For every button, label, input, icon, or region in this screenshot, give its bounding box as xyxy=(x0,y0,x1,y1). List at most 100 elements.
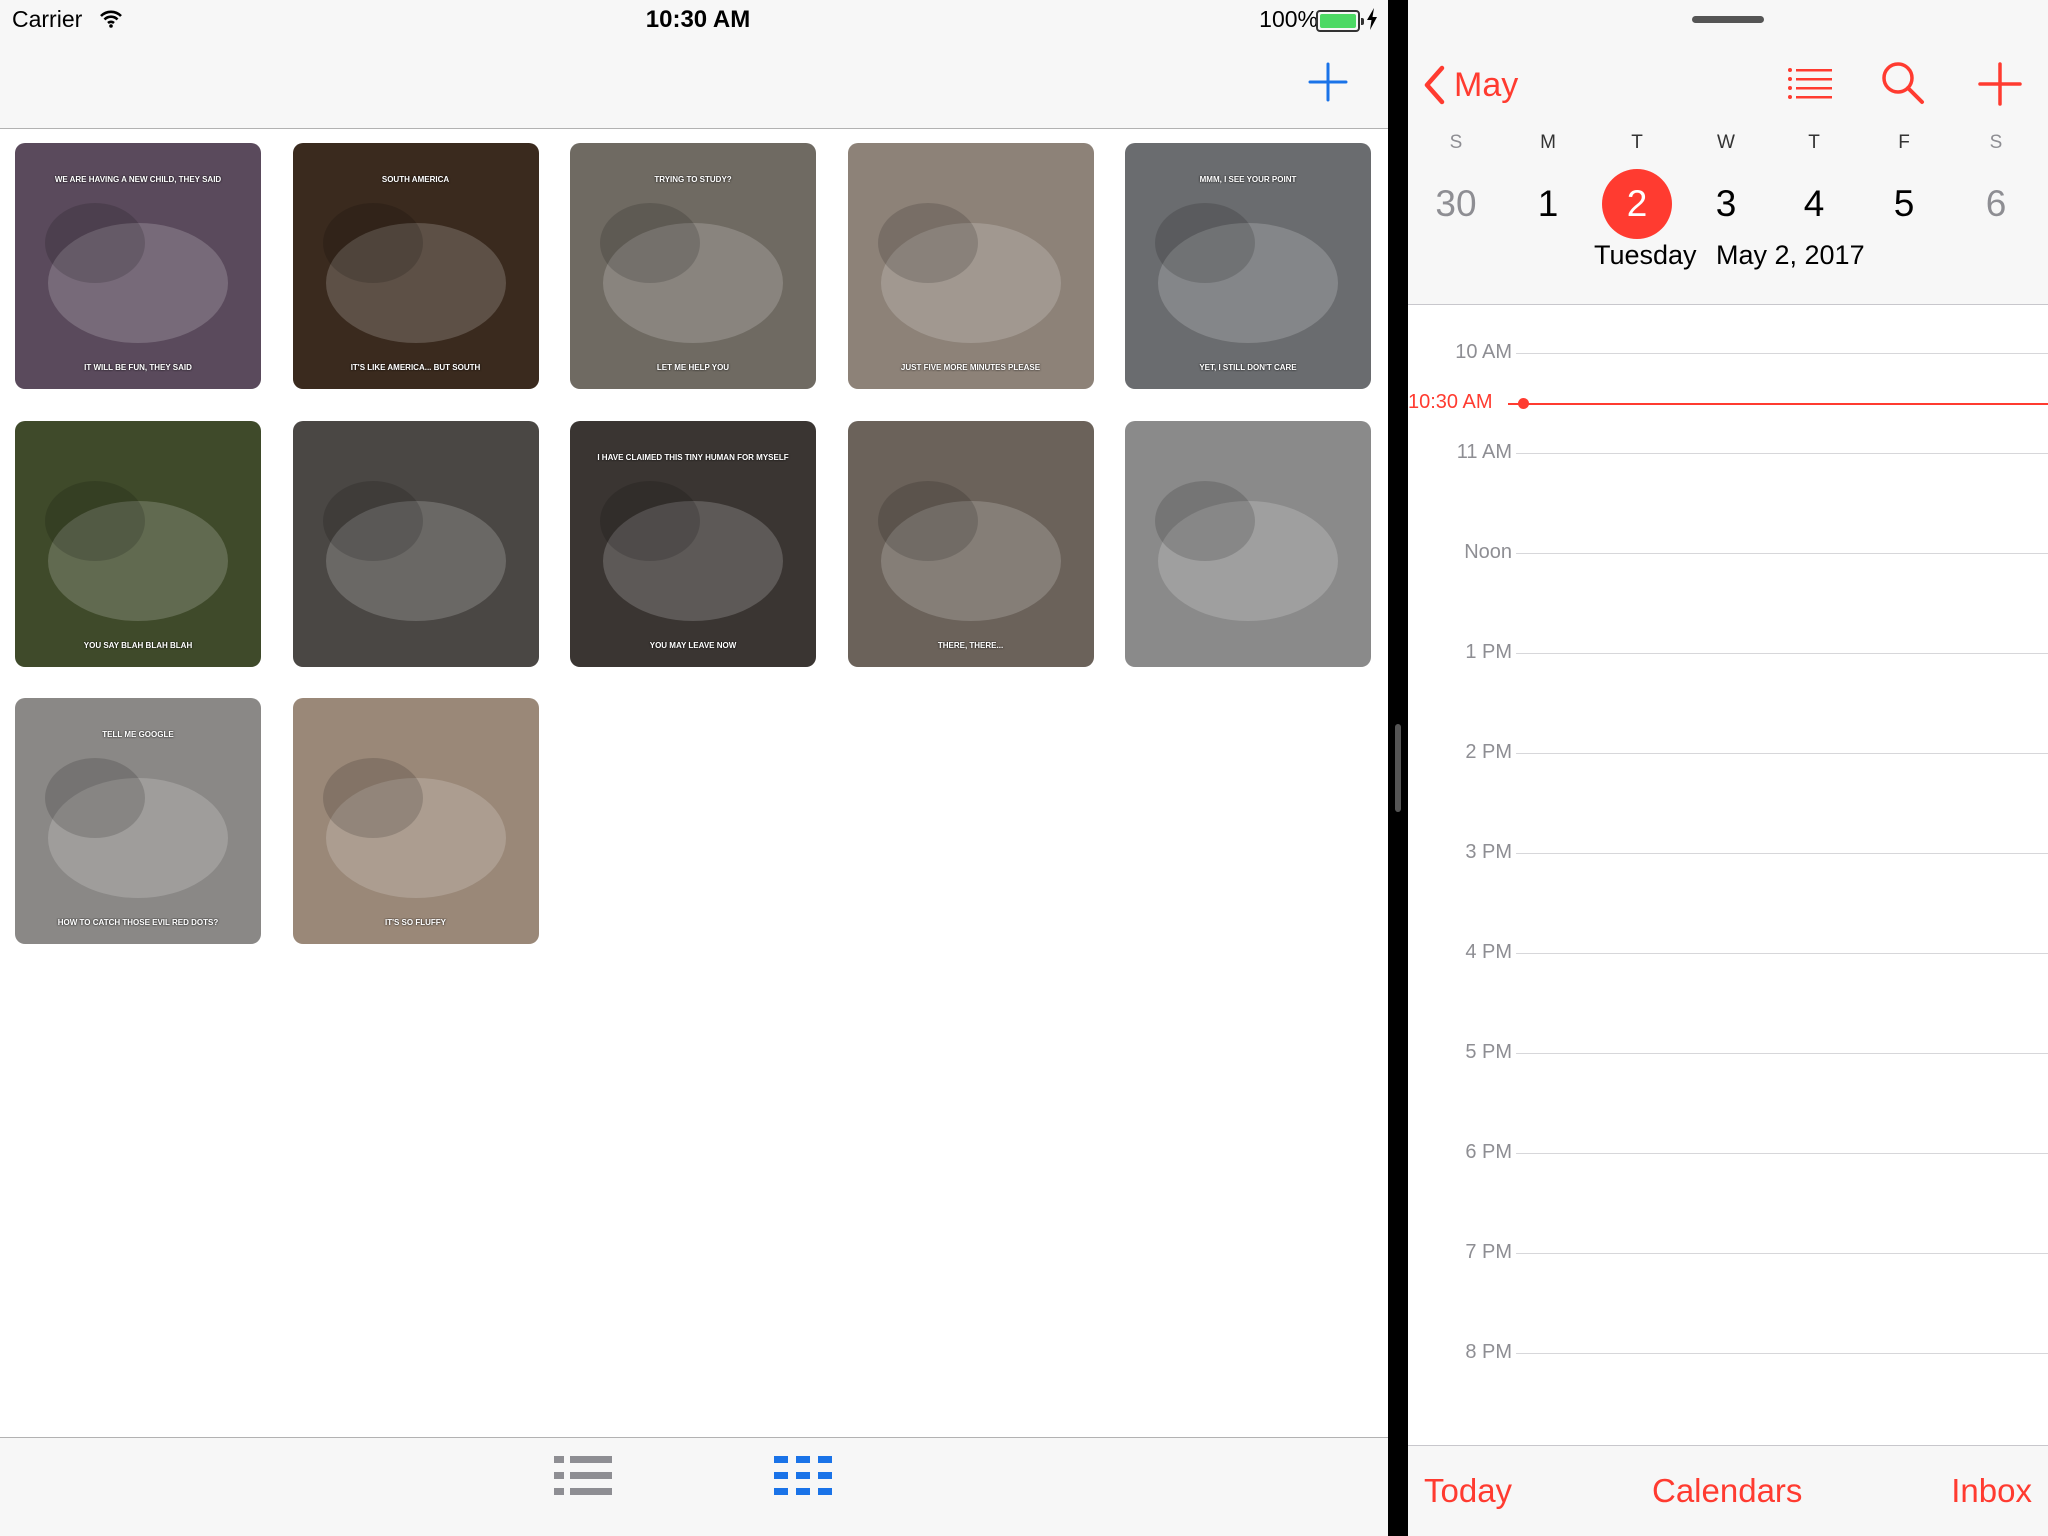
photo-tile[interactable]: YOU SAY BLAH BLAH BLAH xyxy=(15,420,261,667)
hour-line xyxy=(1516,1153,2048,1154)
search-button[interactable] xyxy=(1878,58,1930,110)
weekday-label: M xyxy=(1540,132,1556,153)
today-tab[interactable]: Today xyxy=(1424,1472,1512,1510)
meme-caption-top: TRYING TO STUDY? xyxy=(654,175,732,184)
day-timeline[interactable]: 10:30 AM 10 AM 11 AM Noon 1 PM 2 PM 3 PM 4 PM 5… xyxy=(1408,305,2048,1445)
photo-tile[interactable]: MMM, I SEE YOUR POINT YET, I STILL DON'T … xyxy=(1125,143,1371,389)
current-time-line xyxy=(1508,403,2048,405)
list-icon xyxy=(554,1456,612,1495)
hour-line xyxy=(1516,353,2048,354)
current-time-label: 10:30 AM xyxy=(1408,391,1493,413)
photo-image xyxy=(1125,420,1371,667)
status-bar: Carrier 10:30 AM 100% xyxy=(0,0,1388,42)
hour-label: Noon xyxy=(1464,541,1512,563)
day-number[interactable]: 4 xyxy=(1778,168,1850,240)
list-view-tab[interactable] xyxy=(548,1450,618,1506)
hour-line xyxy=(1516,953,2048,954)
photo-image xyxy=(15,420,261,667)
hour-line xyxy=(1516,553,2048,554)
photo-tile[interactable] xyxy=(1125,420,1371,667)
back-label: May xyxy=(1454,65,1519,104)
search-icon xyxy=(1882,62,1924,104)
day-number[interactable]: 30 xyxy=(1420,168,1492,240)
hour-label: 11 AM xyxy=(1456,441,1512,463)
photo-tile[interactable]: JUST FIVE MORE MINUTES PLEASE xyxy=(847,143,1094,389)
meme-caption-bottom: HOW TO CATCH THOSE EVIL RED DOTS? xyxy=(57,918,219,927)
photo-tile[interactable]: SOUTH AMERICA IT'S LIKE AMERICA... BUT SO… xyxy=(292,143,539,389)
hour-label: 10 AM xyxy=(1455,341,1512,363)
hour-line xyxy=(1516,753,2048,754)
meme-caption-top: WE ARE HAVING A NEW CHILD, THEY SAID xyxy=(54,175,222,184)
photo-app: Carrier 10:30 AM 100% WE ARE HAVING A NE… xyxy=(0,0,1388,1536)
add-button[interactable] xyxy=(1306,60,1350,104)
photo-image xyxy=(847,143,1094,389)
hour-line xyxy=(1516,853,2048,854)
meme-caption-bottom: JUST FIVE MORE MINUTES PLEASE xyxy=(900,363,1041,372)
hour-label: 2 PM xyxy=(1465,741,1512,763)
calendar-app: May S 30 M 1 T 2 W 3 T 4 F 5 S 6 Tuesday May 2, 2017 … xyxy=(1408,0,2048,1536)
meme-caption-bottom: IT WILL BE FUN, THEY SAID xyxy=(84,363,192,372)
add-event-button[interactable] xyxy=(1974,58,2026,110)
weekday-label: S xyxy=(1449,132,1463,153)
meme-caption-bottom: YET, I STILL DON'T CARE xyxy=(1199,363,1297,372)
list-icon xyxy=(1788,68,1832,99)
weekday-label: F xyxy=(1898,132,1910,153)
photo-tile[interactable]: WE ARE HAVING A NEW CHILD, THEY SAID IT W… xyxy=(15,143,261,389)
hour-label: 4 PM xyxy=(1465,941,1512,963)
weekday-label: S xyxy=(1989,132,2003,153)
weekday-label: T xyxy=(1631,132,1643,153)
hour-line xyxy=(1516,1053,2048,1054)
hour-label: 6 PM xyxy=(1465,1141,1512,1163)
day-number[interactable]: 1 xyxy=(1512,168,1584,240)
photo-tile[interactable]: TELL ME GOOGLE HOW TO CATCH THOSE EVIL RE… xyxy=(15,698,261,944)
inbox-tab[interactable]: Inbox xyxy=(1951,1472,2032,1510)
photo-tile[interactable]: I HAVE CLAIMED THIS TINY HUMAN FOR MYSEL… xyxy=(570,420,816,667)
meme-caption-top: TELL ME GOOGLE xyxy=(102,730,174,739)
meme-caption-bottom: YOU SAY BLAH BLAH BLAH xyxy=(83,640,193,650)
grid-icon xyxy=(774,1456,832,1495)
selected-day[interactable]: 2 xyxy=(1602,169,1672,239)
charging-bolt-icon xyxy=(1366,8,1378,35)
meme-caption-bottom: THERE, THERE... xyxy=(937,640,1004,650)
battery-percentage: 100% xyxy=(1259,6,1318,32)
meme-caption-top: SOUTH AMERICA xyxy=(381,175,450,184)
day-number[interactable]: 5 xyxy=(1868,168,1940,240)
hour-label: 8 PM xyxy=(1465,1341,1512,1363)
grid-view-tab[interactable] xyxy=(768,1450,838,1506)
hour-row: 8 PM xyxy=(1408,1341,2048,1363)
meme-caption-bottom: YOU MAY LEAVE NOW xyxy=(649,640,737,650)
photo-tile[interactable] xyxy=(292,420,539,667)
calendar-header: May S 30 M 1 T 2 W 3 T 4 F 5 S 6 Tuesday May 2, 2017 xyxy=(1408,0,2048,305)
current-time-indicator: 10:30 AM xyxy=(1408,391,2048,413)
list-view-button[interactable] xyxy=(1784,58,1836,110)
calendars-tab[interactable]: Calendars xyxy=(1652,1472,1802,1510)
slide-over-grabber[interactable] xyxy=(1692,16,1764,23)
hour-row: 6 PM xyxy=(1408,1141,2048,1163)
photo-tile[interactable]: IT'S SO FLUFFY xyxy=(292,698,539,944)
hour-label: 1 PM xyxy=(1465,641,1512,663)
plus-icon xyxy=(1308,62,1348,102)
back-to-month-button[interactable]: May xyxy=(1422,60,1518,110)
split-view-handle[interactable] xyxy=(1395,724,1401,812)
battery-icon xyxy=(1316,10,1364,32)
photo-tile[interactable]: TRYING TO STUDY? LET ME HELP YOU xyxy=(570,143,816,389)
view-mode-tab-bar xyxy=(0,1437,1388,1536)
hour-row: Noon xyxy=(1408,541,2048,563)
nav-bar xyxy=(0,42,1388,129)
photo-image xyxy=(847,420,1094,667)
hour-label: 7 PM xyxy=(1465,1241,1512,1263)
meme-caption-bottom: IT'S LIKE AMERICA... BUT SOUTH xyxy=(350,363,481,372)
hour-row: 4 PM xyxy=(1408,941,2048,963)
selected-day-name: Tuesday xyxy=(1594,240,1697,270)
day-number[interactable]: 3 xyxy=(1690,168,1762,240)
hour-label: 5 PM xyxy=(1465,1041,1512,1063)
meme-caption-top: MMM, I SEE YOUR POINT xyxy=(1199,175,1297,184)
day-number[interactable]: 6 xyxy=(1960,168,2032,240)
hour-line xyxy=(1516,453,2048,454)
hour-row: 2 PM xyxy=(1408,741,2048,763)
current-time-dot xyxy=(1518,398,1529,409)
weekday-label: W xyxy=(1717,132,1735,153)
photo-tile[interactable]: THERE, THERE... xyxy=(847,420,1094,667)
hour-line xyxy=(1516,653,2048,654)
selected-date: May 2, 2017 xyxy=(1716,240,1865,270)
